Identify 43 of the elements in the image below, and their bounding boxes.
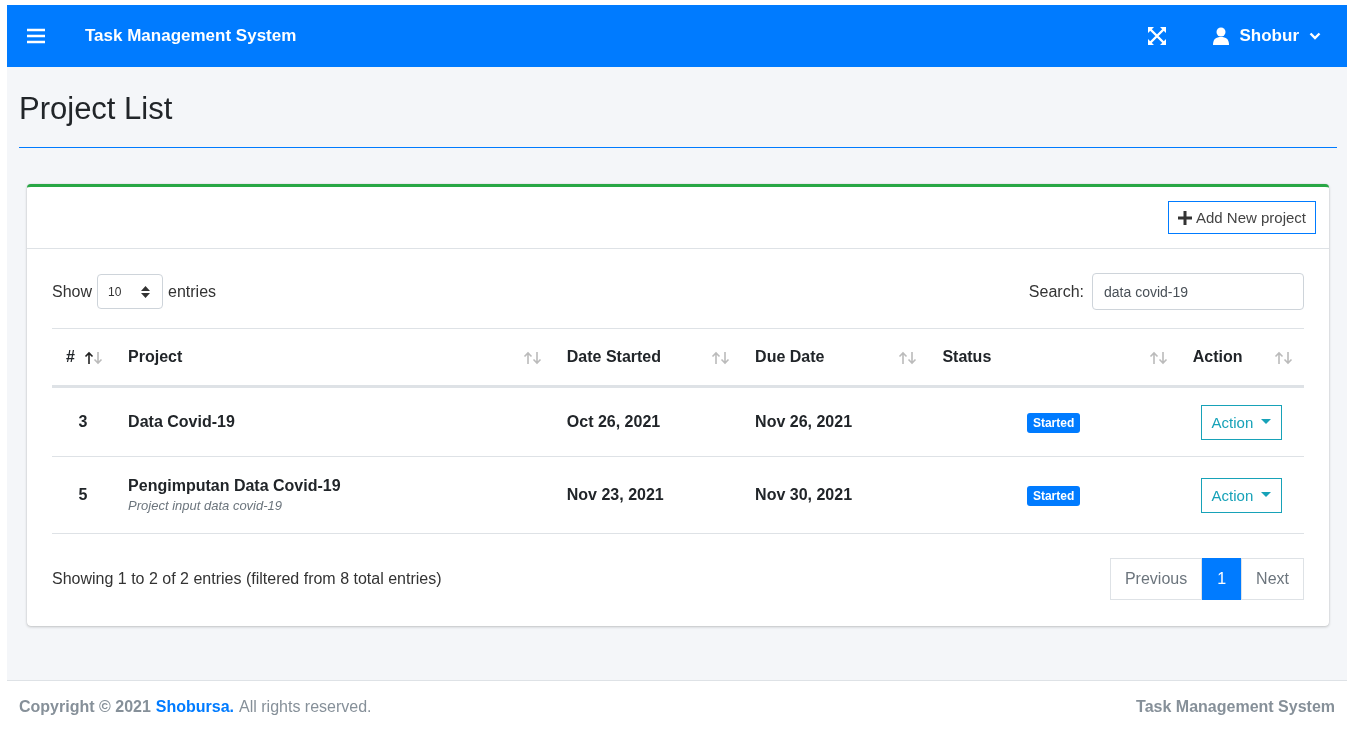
entries-label: entries	[168, 282, 217, 301]
sort-icon[interactable]	[84, 351, 105, 365]
copyright-text: Copyright © 2021	[19, 698, 151, 716]
user-menu[interactable]: Shobur	[1205, 25, 1327, 47]
pagination-button[interactable]: Next	[1241, 558, 1304, 600]
project-name: Pengimputan Data Covid-19	[128, 477, 342, 495]
pagination-button[interactable]: Previous	[1109, 558, 1203, 600]
column-header[interactable]: Date Started	[552, 328, 742, 387]
pagination-button[interactable]: 1	[1202, 558, 1242, 600]
user-icon	[1211, 27, 1230, 45]
entries-select[interactable]: 10	[97, 274, 164, 309]
app-title: Task Management System	[85, 26, 297, 46]
project-name: Data Covid-19	[128, 413, 235, 430]
add-project-button[interactable]: Add New project	[1167, 201, 1316, 234]
search-label: Search:	[1028, 282, 1084, 301]
search-field[interactable]: data covid-19	[1092, 273, 1304, 310]
fullscreen-icon[interactable]	[1147, 27, 1166, 45]
chevron-down-icon	[1309, 32, 1321, 40]
show-label: Show	[52, 282, 93, 301]
table-cell: 3	[52, 386, 115, 457]
plus-icon	[1177, 210, 1192, 225]
table-cell: Nov 23, 2021	[552, 456, 742, 534]
company-link[interactable]: Shobursa.	[155, 698, 235, 716]
column-header[interactable]: #	[52, 328, 115, 387]
rights-text: All rights reserved.	[239, 698, 372, 716]
table-cell: 5	[52, 456, 115, 534]
project-description: Project input data covid-19	[128, 498, 284, 513]
table-info: Showing 1 to 2 of 2 entries (filtered from 8 total entries)	[52, 570, 442, 588]
column-header[interactable]: Status	[928, 328, 1179, 387]
table-cell: Nov 26, 2021	[741, 386, 929, 457]
column-header[interactable]: Action	[1178, 328, 1304, 387]
column-header[interactable]: Project	[114, 328, 553, 387]
table-cell: Oct 26, 2021	[552, 386, 742, 457]
footer-app-name: Task Management System	[1136, 698, 1335, 716]
status-badge: Started	[1026, 486, 1081, 506]
menu-icon[interactable]	[27, 28, 45, 44]
table-cell: Nov 30, 2021	[741, 456, 929, 534]
page-title: Project List	[19, 67, 1337, 148]
status-badge: Started	[1026, 413, 1081, 433]
caret-icon	[1261, 419, 1272, 425]
caret-icon	[1261, 492, 1272, 498]
updown-caret-icon	[141, 285, 151, 298]
column-header[interactable]: Due Date	[741, 328, 929, 387]
